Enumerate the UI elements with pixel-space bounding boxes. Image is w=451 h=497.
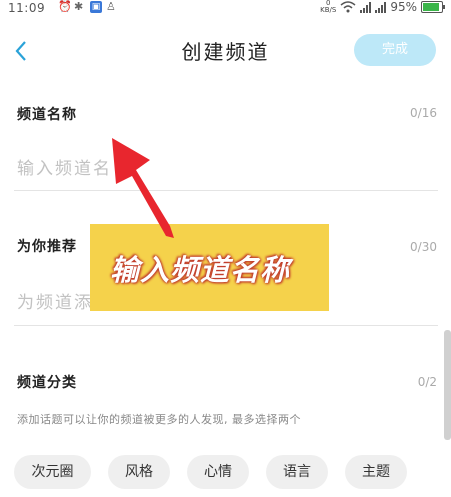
annotation-arrow-icon [112,138,174,238]
